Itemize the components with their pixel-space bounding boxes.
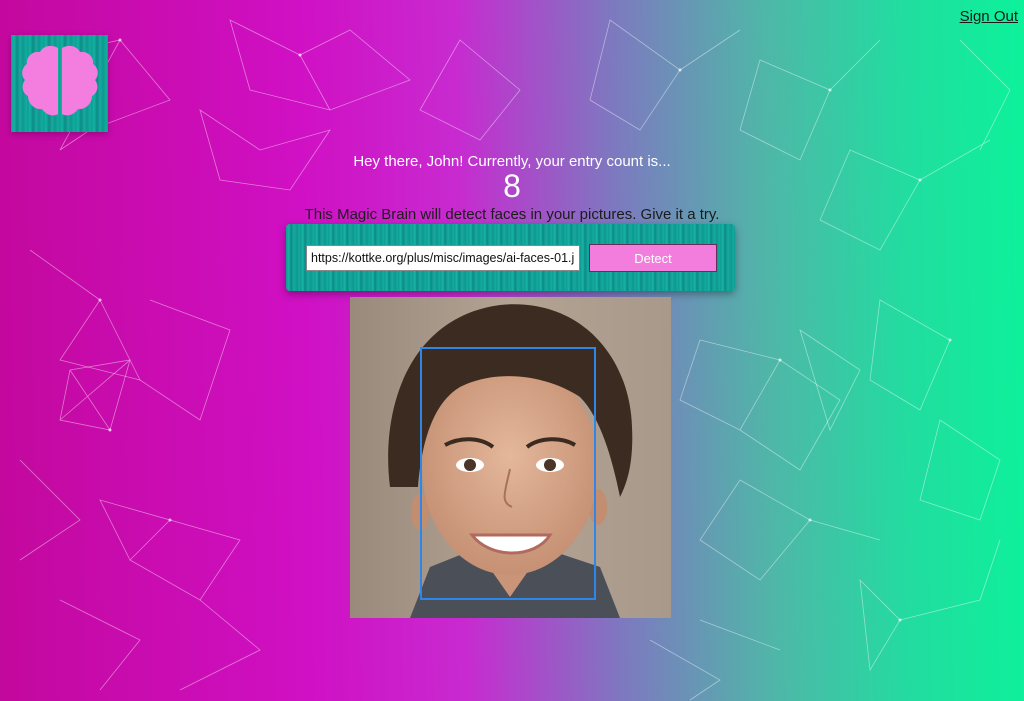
entry-count: 8 — [503, 168, 521, 204]
sign-out-link[interactable]: Sign Out — [960, 8, 1018, 25]
brain-icon — [18, 42, 102, 125]
face-image — [350, 297, 671, 618]
logo — [11, 35, 108, 132]
detect-button[interactable]: Detect — [589, 244, 717, 272]
face-bounding-box — [420, 347, 596, 600]
tagline: This Magic Brain will detect faces in yo… — [304, 206, 720, 223]
image-url-input[interactable] — [306, 245, 580, 271]
image-link-form: Detect — [286, 224, 735, 291]
